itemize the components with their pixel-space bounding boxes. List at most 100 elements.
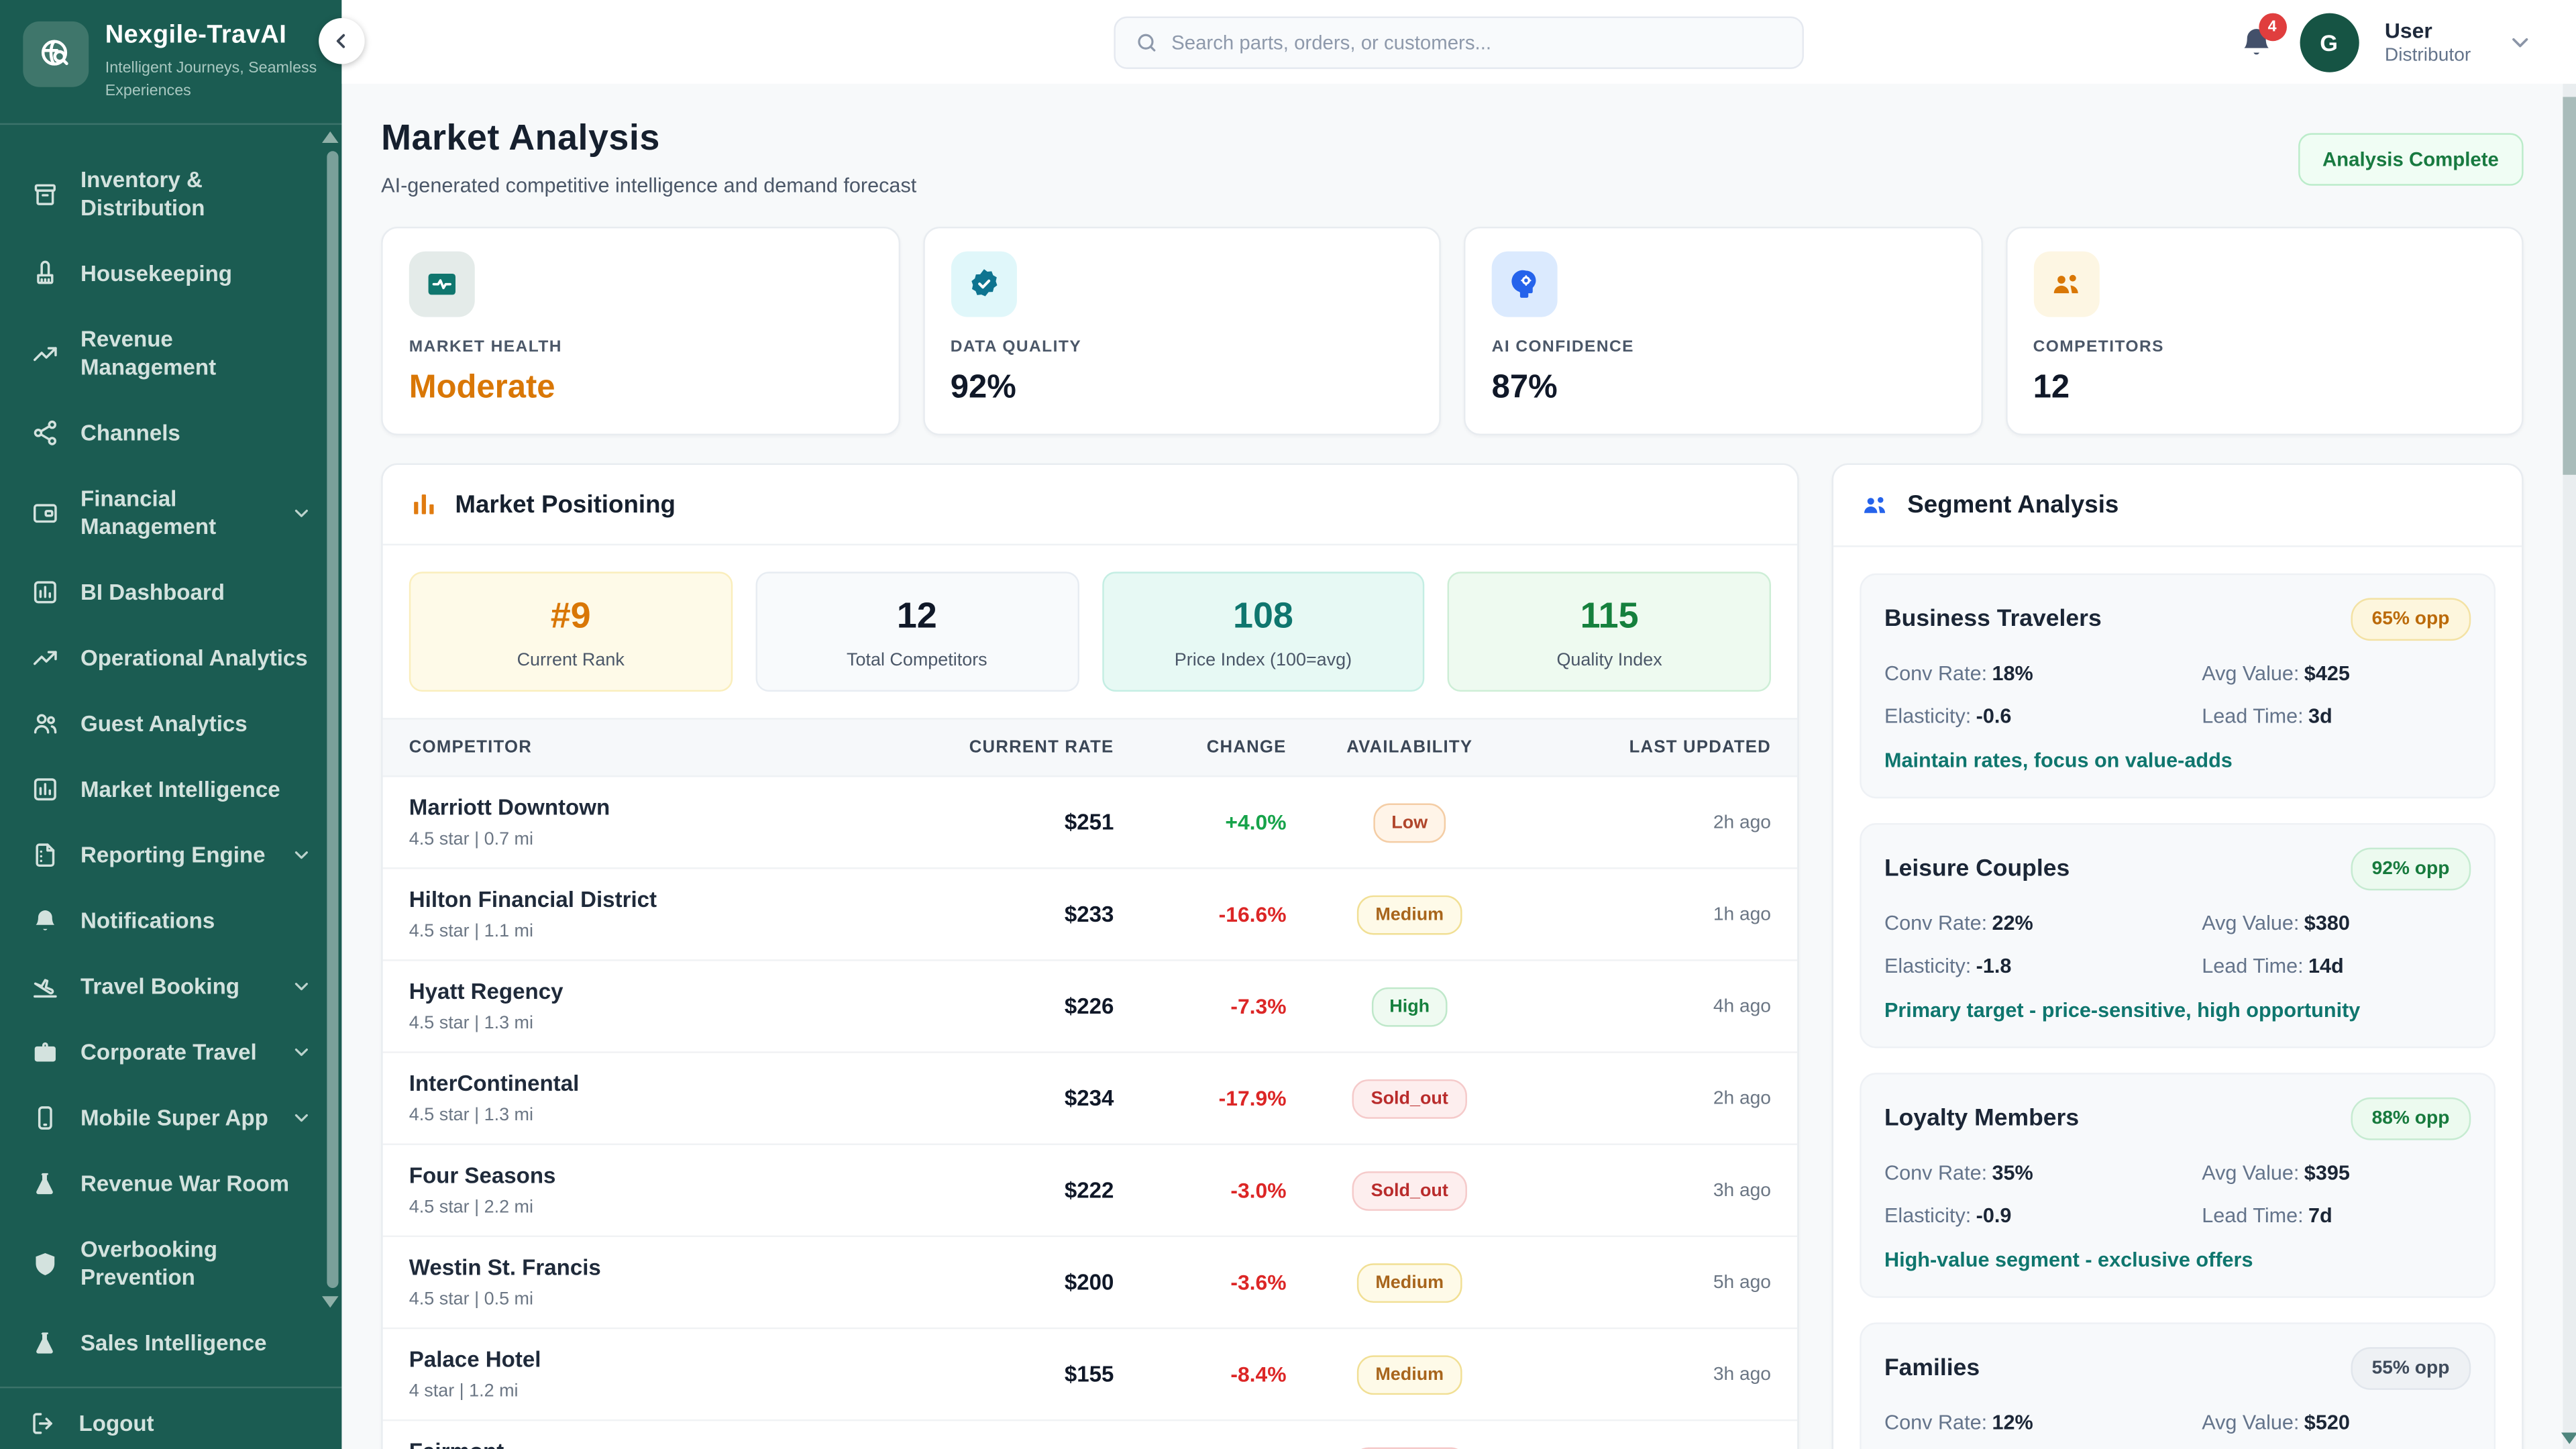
trending-up-icon (30, 644, 59, 674)
notifications-button[interactable]: 4 (2239, 25, 2273, 59)
sidebar-scrollbar-up-arrow[interactable] (322, 131, 338, 142)
page-title: Market Analysis (381, 117, 916, 160)
avg-value-label: Avg Value: (2202, 912, 2299, 934)
sidebar-item-reporting-engine[interactable]: Reporting Engine (0, 822, 341, 888)
segment-card-business-travelers: Business Travelers 65% opp Conv Rate:18%… (1860, 574, 2496, 799)
table-row[interactable]: InterContinental4.5 star | 1.3 mi $234 -… (383, 1053, 1798, 1145)
logout-button[interactable]: Logout (0, 1387, 341, 1449)
user-info: User Distributor (2385, 18, 2471, 66)
opportunity-badge: 92% opp (2351, 848, 2471, 891)
topbar-right: 4 G User Distributor (2239, 0, 2533, 84)
sidebar-collapse-button[interactable] (319, 18, 365, 64)
panel-title: Market Positioning (455, 490, 676, 519)
summary-card-total-competitors: 12 Total Competitors (755, 572, 1079, 692)
table-row[interactable]: Hyatt Regency4.5 star | 1.3 mi $226 -7.3… (383, 961, 1798, 1053)
rate-change: -3.0% (1114, 1178, 1286, 1203)
market-positioning-panel: Market Positioning #9 Current Rank 12 To… (381, 464, 1799, 1449)
sidebar-item-mobile-super-app[interactable]: Mobile Super App (0, 1085, 341, 1151)
column-header: CHANGE (1114, 738, 1286, 757)
page-scrollbar-thumb[interactable] (2563, 97, 2576, 474)
table-row[interactable]: Fairmont4 star | 1.1 mi $178 -3.8% Sold_… (383, 1421, 1798, 1449)
rate-change: -7.3% (1114, 994, 1286, 1019)
availability-badge: Medium (1357, 1354, 1462, 1394)
sidebar-item-sales-intelligence[interactable]: Sales Intelligence (0, 1311, 341, 1377)
bar-chart-icon (30, 578, 59, 608)
sidebar-item-market-intelligence[interactable]: Market Intelligence (0, 757, 341, 823)
sidebar-item-revenue-management[interactable]: Revenue Management (0, 307, 341, 400)
summary-label: Quality Index (1462, 651, 1756, 670)
avatar[interactable]: G (2300, 12, 2359, 71)
stat-card-market-health: MARKET HEALTH Moderate (381, 227, 900, 435)
search-input[interactable] (1171, 30, 1782, 53)
sidebar-scrollbar-down-arrow[interactable] (322, 1296, 338, 1307)
sidebar-item-housekeeping[interactable]: Housekeeping (0, 241, 341, 307)
sidebar-item-label: Housekeeping (80, 260, 312, 288)
competitor-name: Palace Hotel (409, 1347, 933, 1372)
summary-value: #9 (424, 595, 718, 638)
sidebar-item-corporate-travel[interactable]: Corporate Travel (0, 1020, 341, 1085)
competitor-name: Marriott Downtown (409, 795, 933, 820)
lead-time-value: 7d (2308, 1204, 2332, 1227)
global-search[interactable] (1114, 15, 1804, 68)
sidebar-item-label: Revenue War Room (80, 1170, 312, 1199)
sidebar-item-operational-analytics[interactable]: Operational Analytics (0, 626, 341, 692)
sidebar-item-label: Reporting Engine (80, 841, 270, 870)
chevron-down-icon[interactable] (2507, 29, 2533, 55)
sidebar-item-travel-booking[interactable]: Travel Booking (0, 954, 341, 1020)
sidebar-item-financial-management[interactable]: Financial Management (0, 466, 341, 560)
page-scrollbar-down-arrow[interactable] (2561, 1433, 2576, 1444)
conv-rate-value: 22% (1992, 912, 2033, 934)
summary-value: 115 (1462, 595, 1756, 638)
user-name: User (2385, 18, 2471, 43)
segment-name: Loyalty Members (1884, 1106, 2079, 1132)
table-row[interactable]: Westin St. Francis4.5 star | 0.5 mi $200… (383, 1237, 1798, 1329)
sidebar-item-label: Travel Booking (80, 973, 270, 1002)
current-rate: $251 (933, 810, 1114, 835)
table-row[interactable]: Marriott Downtown4.5 star | 0.7 mi $251 … (383, 777, 1798, 869)
page-scrollbar[interactable] (2563, 84, 2576, 1449)
segment-analysis-column: Segment Analysis Business Travelers 65% … (1832, 464, 2524, 1449)
flask-icon (30, 1329, 59, 1358)
segment-card-leisure-couples: Leisure Couples 92% opp Conv Rate:22% Av… (1860, 823, 2496, 1049)
topbar: 4 G User Distributor (341, 0, 2576, 84)
conv-rate-value: 35% (1992, 1161, 2033, 1184)
ai-head-icon (1492, 252, 1558, 317)
competitor-name: Four Seasons (409, 1163, 933, 1188)
sidebar-item-notifications[interactable]: Notifications (0, 888, 341, 954)
table-row[interactable]: Palace Hotel4 star | 1.2 mi $155 -8.4% M… (383, 1329, 1798, 1421)
sidebar-item-bi-dashboard[interactable]: BI Dashboard (0, 560, 341, 626)
sidebar-item-revenue-war-room[interactable]: Revenue War Room (0, 1151, 341, 1217)
summary-label: Current Rank (424, 651, 718, 670)
competitor-name: Hilton Financial District (409, 887, 933, 912)
sidebar-item-guest-analytics[interactable]: Guest Analytics (0, 692, 341, 757)
competitor-meta: 4.5 star | 1.3 mi (409, 1014, 933, 1033)
table-row[interactable]: Hilton Financial District4.5 star | 1.1 … (383, 869, 1798, 961)
avg-value-value: $425 (2304, 662, 2350, 685)
avg-value-label: Avg Value: (2202, 1161, 2299, 1184)
brand-logo (23, 21, 89, 87)
opportunity-badge: 65% opp (2351, 598, 2471, 641)
elasticity-value: -0.9 (1976, 1204, 2012, 1227)
sidebar-item-overbooking-prevention[interactable]: Overbooking Prevention (0, 1217, 341, 1311)
sidebar-scrollbar[interactable] (327, 150, 338, 1288)
brush-icon (30, 259, 59, 288)
sidebar-item-channels[interactable]: Channels (0, 400, 341, 466)
summary-label: Price Index (100=avg) (1116, 651, 1410, 670)
availability-badge: Low (1373, 802, 1446, 842)
sidebar-item-inventory-distribution[interactable]: Inventory & Distribution (0, 147, 341, 241)
table-row[interactable]: Four Seasons4.5 star | 2.2 mi $222 -3.0%… (383, 1145, 1798, 1237)
market-positioning-column: Market Positioning #9 Current Rank 12 To… (381, 464, 1799, 1449)
smartphone-icon (30, 1104, 59, 1133)
page-header-text: Market Analysis AI-generated competitive… (381, 117, 916, 197)
segment-note: High-value segment - exclusive offers (1884, 1248, 2471, 1271)
current-rate: $233 (933, 902, 1114, 926)
last-updated: 3h ago (1533, 1181, 1771, 1200)
trending-up-icon (30, 339, 59, 368)
conv-rate-label: Conv Rate: (1884, 912, 1987, 934)
opportunity-badge: 88% opp (2351, 1097, 2471, 1140)
stat-card-competitors: COMPETITORS 12 (2005, 227, 2524, 435)
summary-value: 12 (770, 595, 1064, 638)
logout-label: Logout (79, 1411, 154, 1436)
chevron-down-icon (290, 1108, 312, 1129)
summary-card-price-index: 108 Price Index (100=avg) (1102, 572, 1425, 692)
